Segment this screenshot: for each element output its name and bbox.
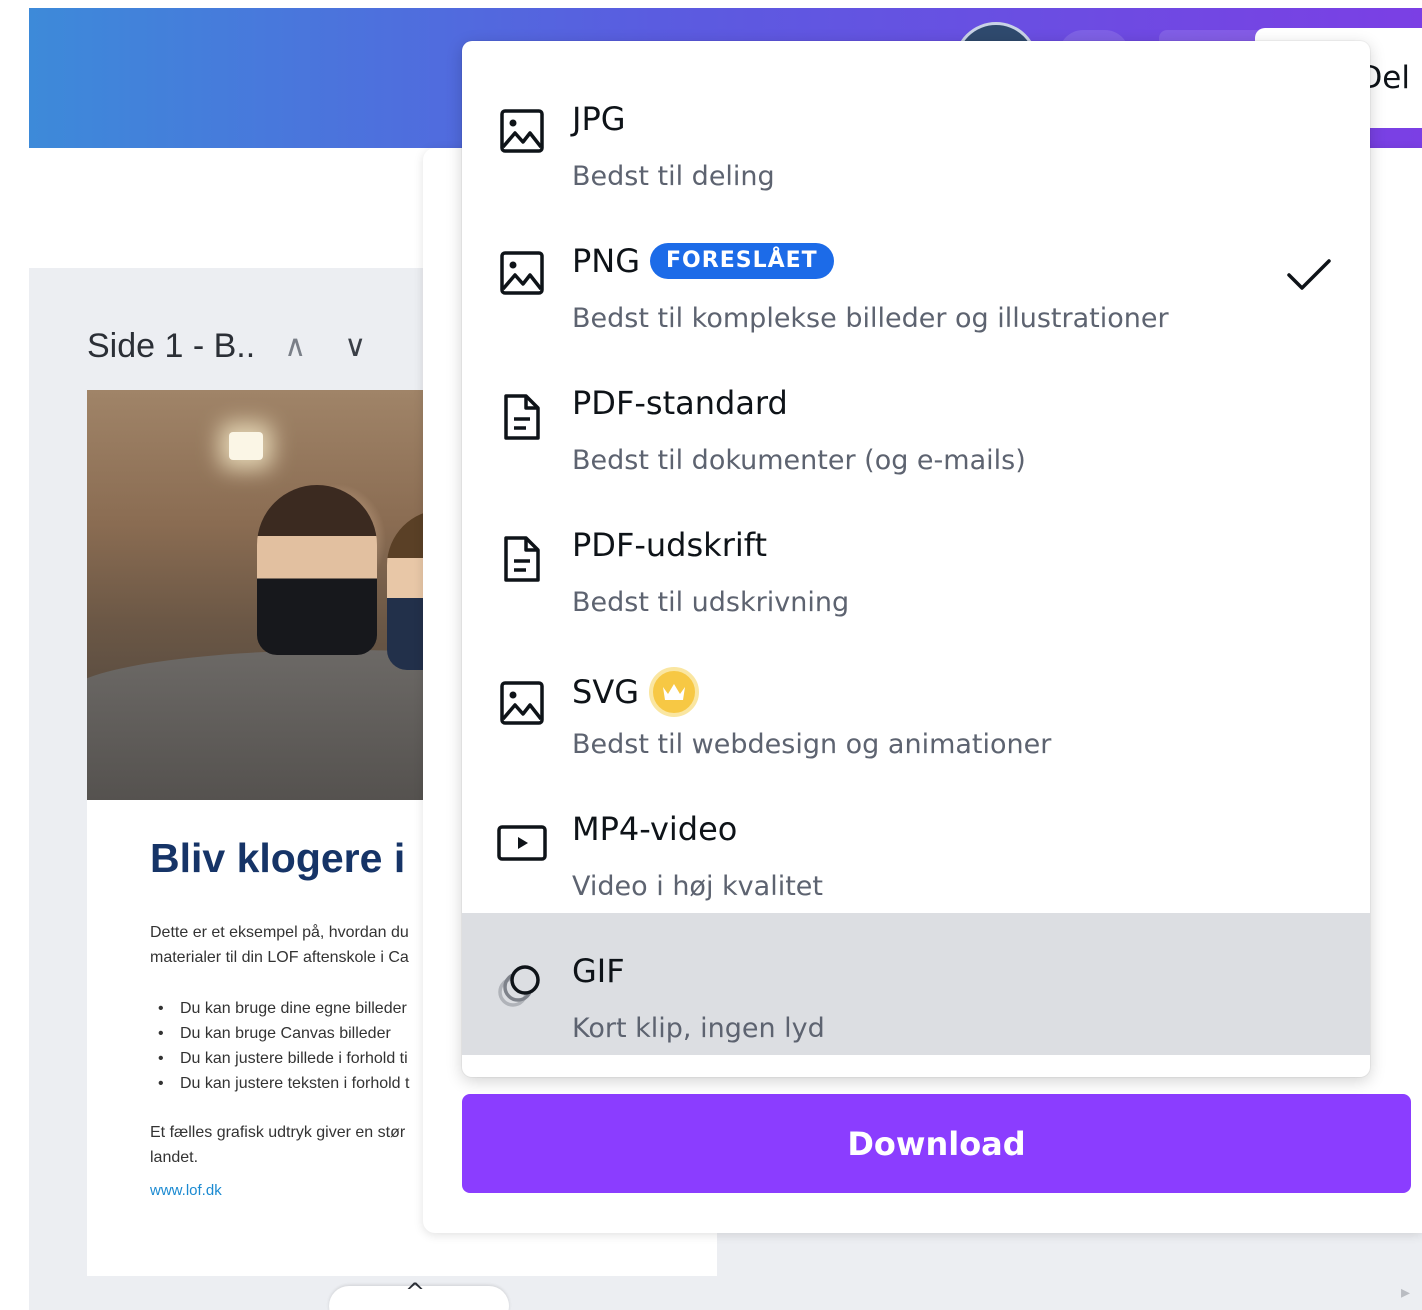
menu-item-description: Video i høj kvalitet: [572, 871, 823, 902]
menu-item-svg[interactable]: SVG Bedst til webdesign og animationer: [462, 629, 1370, 771]
menu-item-description: Bedst til udskrivning: [572, 587, 850, 618]
menu-item-mp4-video[interactable]: MP4-video Video i høj kvalitet: [462, 771, 1370, 913]
suggested-badge: FORESLÅET: [650, 243, 834, 279]
bottom-bar: ^ ▸: [29, 1276, 1422, 1310]
page-title[interactable]: Side 1 - B..: [87, 327, 255, 366]
menu-item-pdf-print[interactable]: PDF-udskrift Bedst til udskrivning: [462, 487, 1370, 629]
menu-item-description: Kort klip, ingen lyd: [572, 1013, 825, 1044]
menu-item-title: MP4-video: [572, 809, 737, 849]
menu-item-title: PDF-udskrift: [572, 525, 767, 565]
format-name: SVG: [572, 673, 639, 711]
format-name: GIF: [572, 952, 625, 990]
format-name: PDF-udskrift: [572, 526, 767, 564]
scroll-right-icon[interactable]: ▸: [1401, 1282, 1410, 1303]
menu-item-png[interactable]: PNG FORESLÅET Bedst til komplekse billed…: [462, 203, 1370, 345]
page-navigator: Side 1 - B.. ∧ ∨: [87, 322, 375, 370]
menu-item-description: Bedst til dokumenter (og e-mails): [572, 445, 1026, 476]
menu-item-title: GIF: [572, 951, 625, 991]
format-name: PNG: [572, 242, 641, 280]
image-icon: [500, 251, 544, 295]
photo-lamp: [229, 432, 263, 460]
menu-item-title: PNG FORESLÅET: [572, 241, 834, 281]
menu-item-title: PDF-standard: [572, 383, 788, 423]
format-name: MP4-video: [572, 810, 738, 848]
menu-item-title: JPG: [572, 99, 626, 139]
gif-icon: [498, 965, 540, 1007]
file-type-menu: JPG Bedst til deling PNG FORESLÅET Bedst…: [462, 41, 1370, 1077]
document-icon: [504, 536, 540, 582]
format-name: JPG: [572, 100, 626, 138]
menu-item-title: SVG: [572, 667, 699, 717]
image-icon: [500, 681, 544, 725]
chevron-up-icon[interactable]: ∧: [275, 329, 315, 364]
menu-item-description: Bedst til deling: [572, 161, 775, 192]
checkmark-icon: [1287, 259, 1331, 290]
crown-icon: [649, 667, 699, 717]
menu-item-pdf-standard[interactable]: PDF-standard Bedst til dokumenter (og e-…: [462, 345, 1370, 487]
caret-up-icon[interactable]: ^: [405, 1278, 425, 1306]
menu-item-jpg[interactable]: JPG Bedst til deling: [462, 61, 1370, 203]
format-name: PDF-standard: [572, 384, 788, 422]
video-icon: [497, 825, 547, 861]
design-link[interactable]: www.lof.dk: [150, 1182, 222, 1199]
menu-item-gif[interactable]: GIF Kort klip, ingen lyd: [462, 913, 1370, 1055]
menu-item-description: Bedst til webdesign og animationer: [572, 729, 1052, 760]
download-button[interactable]: Download: [462, 1094, 1411, 1193]
document-icon: [504, 394, 540, 440]
menu-item-description: Bedst til komplekse billeder og illustra…: [572, 303, 1169, 334]
chevron-down-icon[interactable]: ∨: [335, 329, 375, 364]
photo-person: [257, 485, 377, 655]
image-icon: [500, 109, 544, 153]
